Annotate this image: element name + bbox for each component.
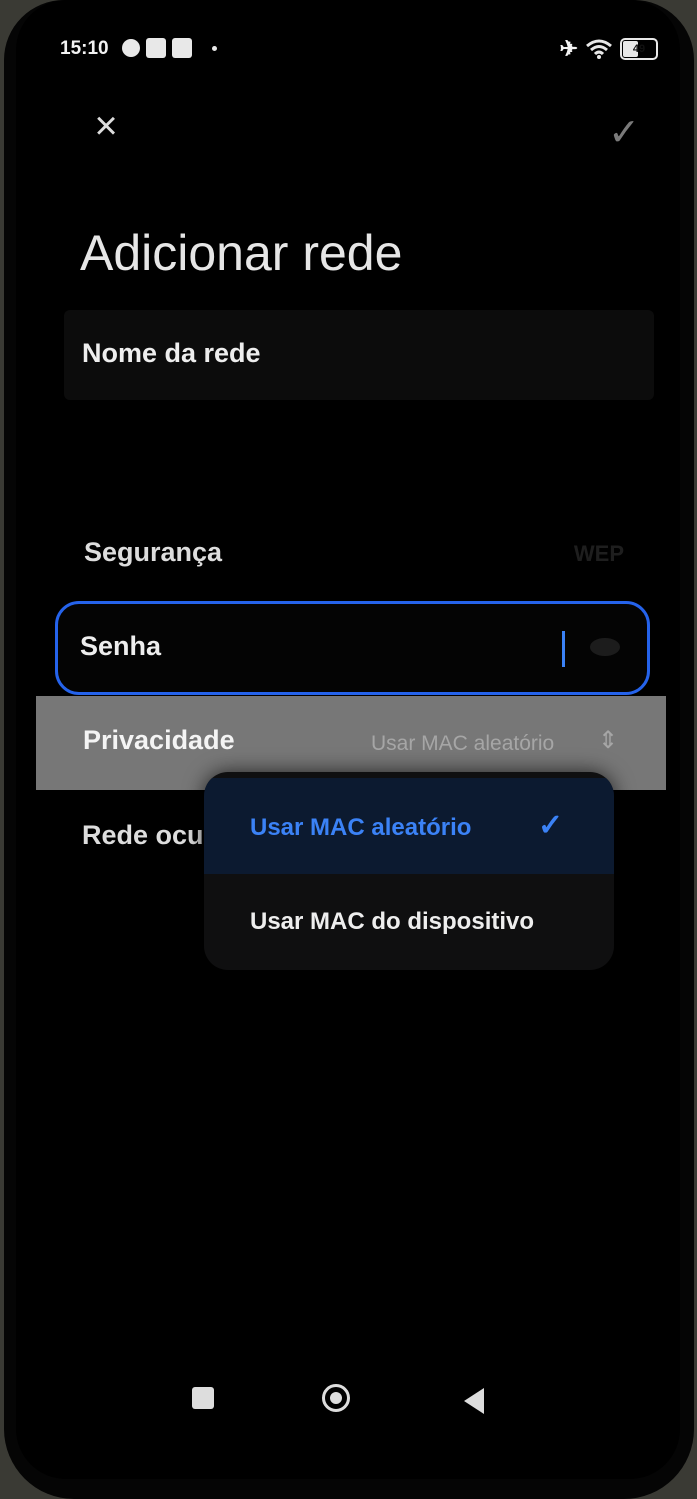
network-name-field[interactable]: Nome da rede bbox=[64, 310, 654, 400]
chevron-up-down-icon: ⇕ bbox=[598, 727, 619, 754]
more-notifications-dot bbox=[212, 45, 217, 51]
battery-level: 49 bbox=[632, 43, 646, 55]
security-row[interactable]: Segurança WEP bbox=[64, 525, 634, 585]
phone-frame: 15:10 ✈ 49 × ✓ Adicionar rede Nome da re… bbox=[4, 0, 694, 1499]
security-label: Segurança bbox=[84, 537, 223, 567]
x-box-icon bbox=[146, 38, 166, 58]
privacy-dropdown: Usar MAC aleatório ✓ Usar MAC do disposi… bbox=[204, 772, 614, 970]
battery-icon: 49 bbox=[620, 38, 658, 60]
network-name-label: Nome da rede bbox=[82, 338, 261, 368]
close-icon[interactable]: × bbox=[84, 104, 128, 148]
page-title: Adicionar rede bbox=[80, 224, 403, 281]
hidden-network-label: Rede ocu bbox=[82, 820, 204, 850]
settings-icon bbox=[122, 39, 140, 57]
dropdown-option-device-mac[interactable]: Usar MAC do dispositivo bbox=[204, 872, 614, 968]
password-field[interactable]: Senha bbox=[55, 601, 650, 695]
system-icons: ✈ 49 bbox=[560, 36, 658, 62]
option-label: Usar MAC do dispositivo bbox=[250, 908, 535, 935]
upload-box-icon bbox=[172, 38, 192, 58]
status-bar: 15:10 ✈ 49 bbox=[54, 36, 658, 68]
text-cursor bbox=[562, 631, 565, 667]
confirm-icon[interactable]: ✓ bbox=[599, 108, 649, 158]
notification-icons bbox=[122, 38, 217, 58]
status-time: 15:10 bbox=[60, 38, 109, 59]
dropdown-option-random-mac[interactable]: Usar MAC aleatório ✓ bbox=[204, 778, 614, 874]
privacy-value: Usar MAC aleatório bbox=[371, 732, 555, 755]
privacy-label: Privacidade bbox=[83, 725, 235, 755]
option-label: Usar MAC aleatório bbox=[250, 814, 472, 841]
wifi-icon bbox=[586, 39, 612, 59]
back-button[interactable] bbox=[464, 1388, 484, 1414]
show-password-icon[interactable] bbox=[590, 638, 620, 656]
password-label: Senha bbox=[80, 631, 162, 661]
recents-button[interactable] bbox=[192, 1387, 214, 1409]
check-icon: ✓ bbox=[538, 809, 564, 842]
home-button[interactable] bbox=[322, 1384, 350, 1412]
security-value: WEP bbox=[573, 541, 624, 566]
airplane-icon: ✈ bbox=[559, 36, 578, 61]
